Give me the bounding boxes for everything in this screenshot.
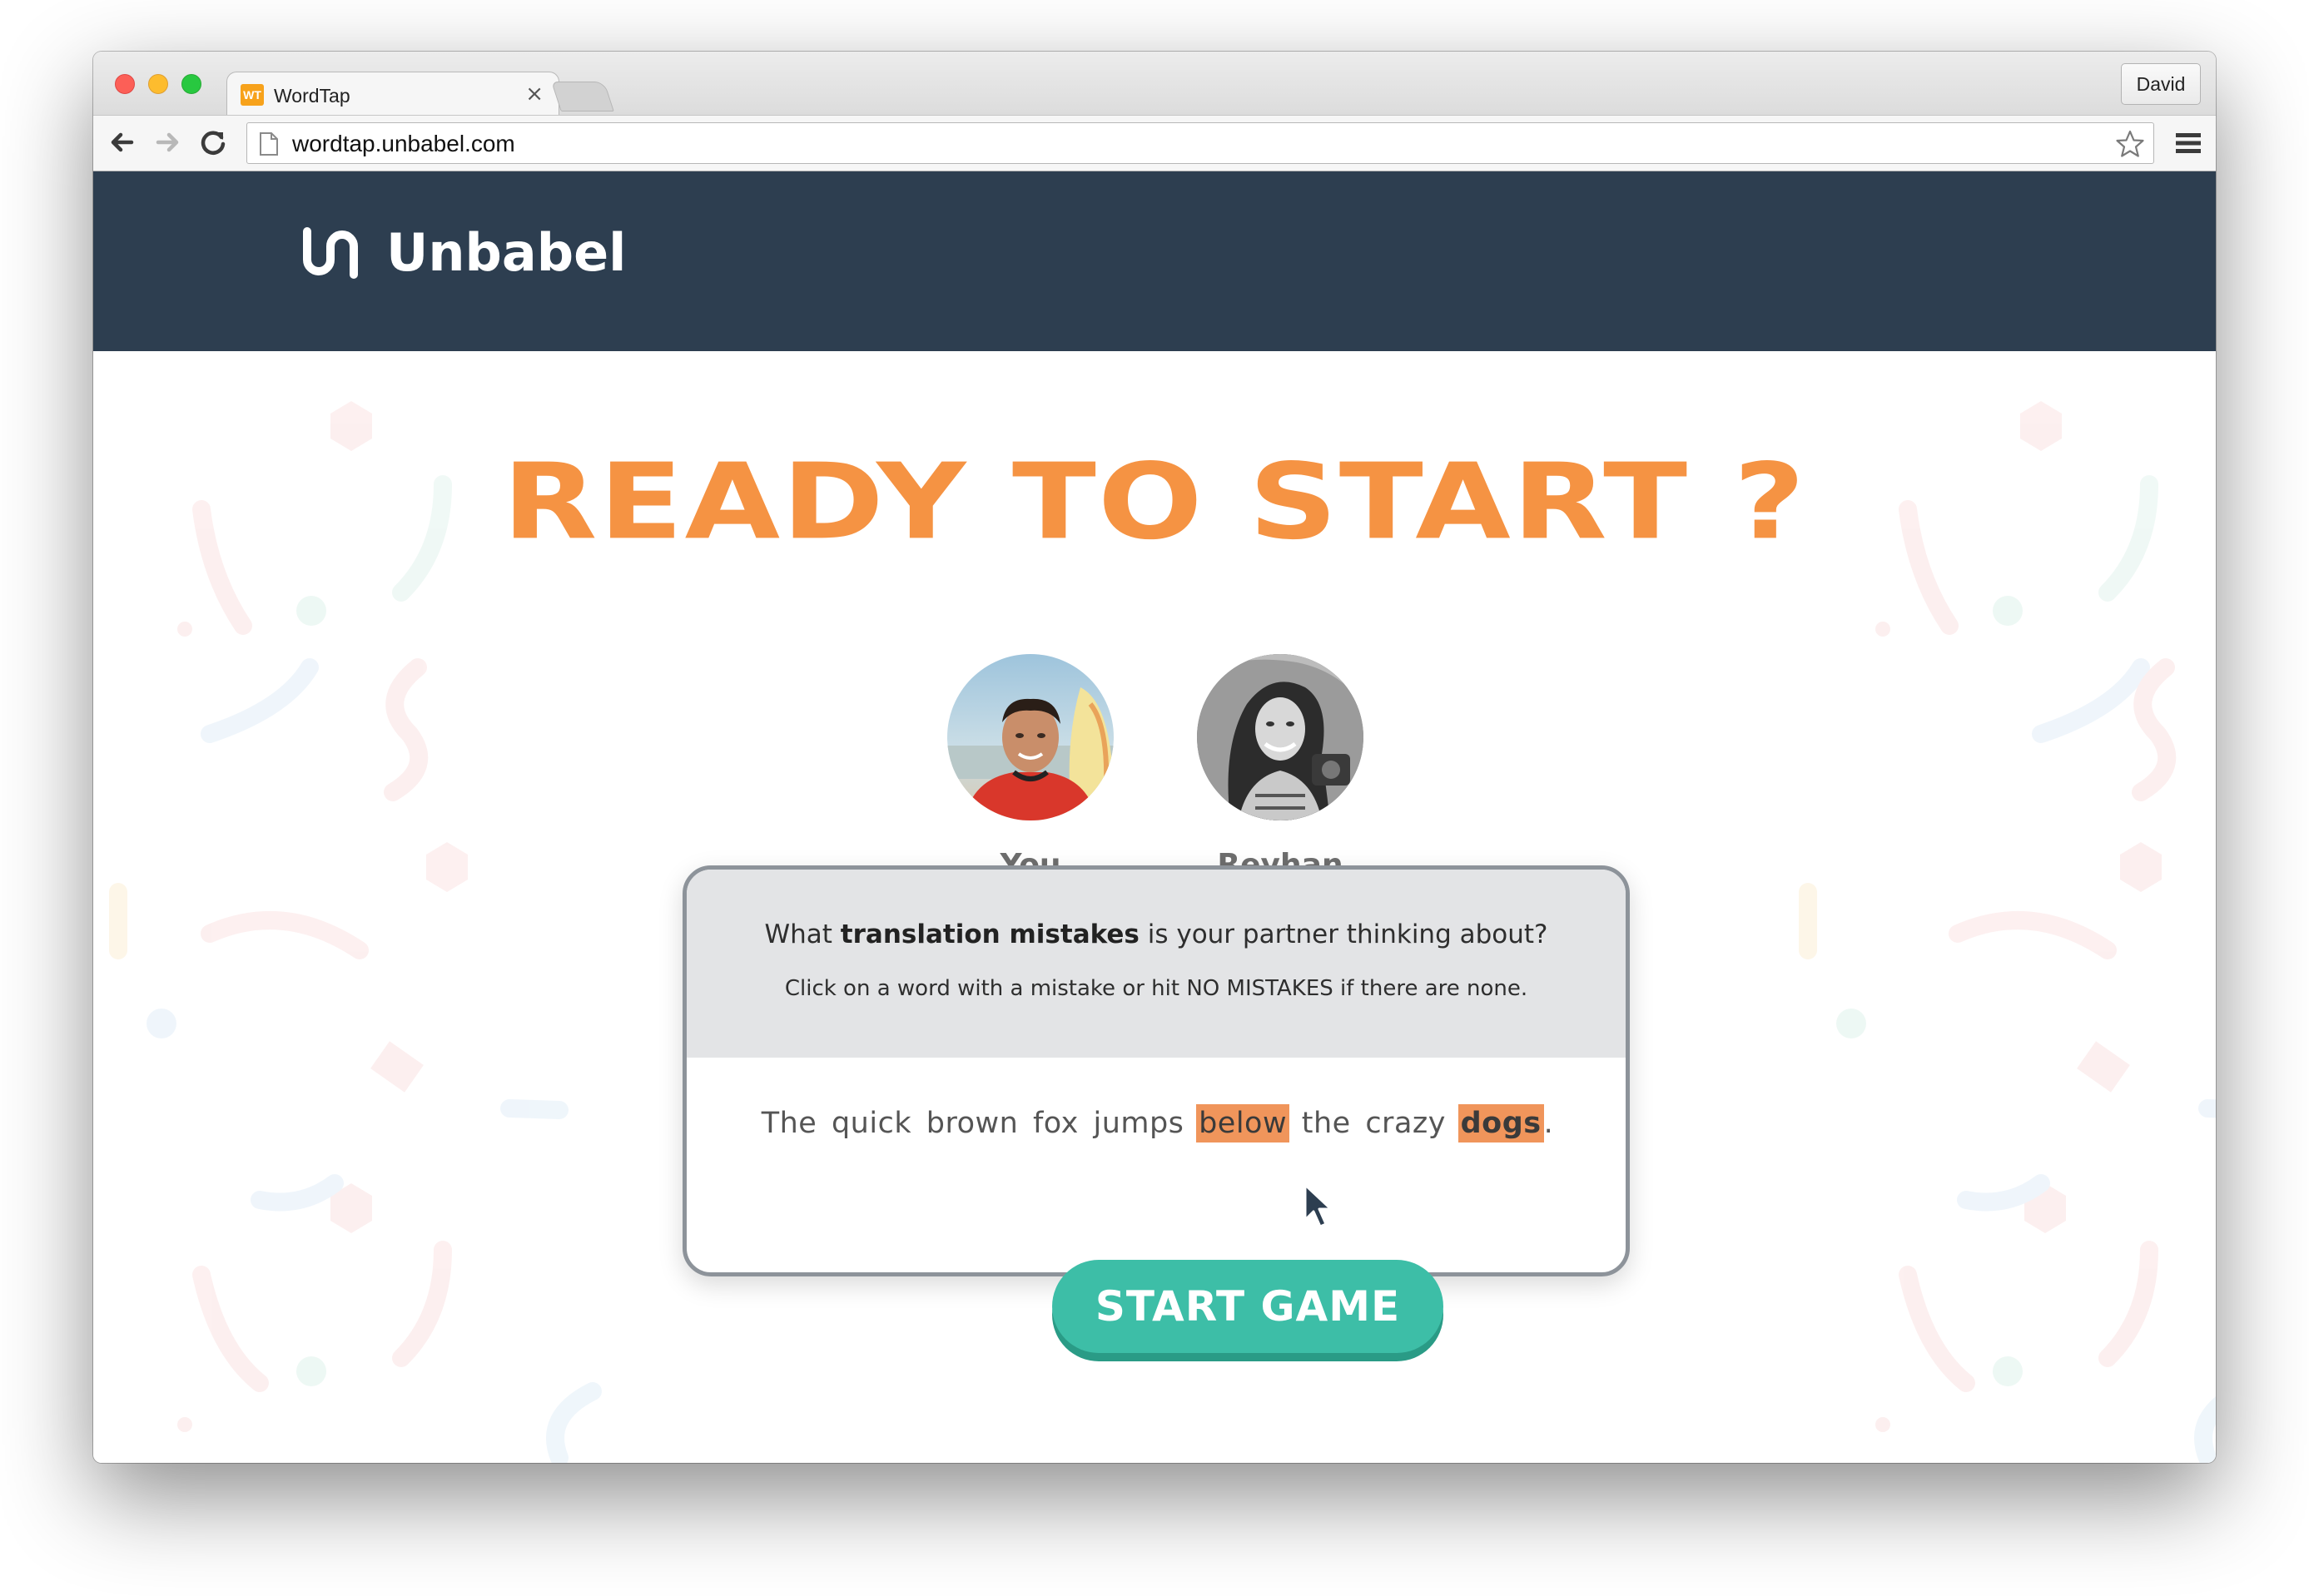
mouse-cursor-icon <box>1303 1183 1333 1228</box>
question-text: What translation mistakes is your partne… <box>687 918 1626 951</box>
question-emphasis: translation mistakes <box>840 919 1140 949</box>
sentence-period: . <box>1543 1107 1554 1140</box>
reload-button[interactable] <box>196 126 230 159</box>
new-tab-button[interactable] <box>551 82 614 112</box>
mistake-word[interactable]: dogs <box>1457 1104 1544 1142</box>
unbabel-logo-icon <box>303 227 358 279</box>
window-maximize-button[interactable] <box>181 74 201 94</box>
tab-title: WordTap <box>274 85 350 107</box>
reload-icon <box>201 131 226 155</box>
player-reyhan-photo <box>1197 654 1363 820</box>
sentence-word[interactable]: brown <box>924 1104 1021 1142</box>
sentence-word[interactable]: crazy <box>1363 1104 1448 1142</box>
card-header: What translation mistakes is your partne… <box>687 870 1626 1058</box>
site-header: Unbabel <box>93 171 2216 351</box>
sentence-word[interactable]: jumps <box>1090 1104 1186 1142</box>
browser-tab[interactable]: WT WordTap × <box>226 72 559 118</box>
player-you-avatar <box>947 654 1114 820</box>
start-game-button[interactable]: START GAME <box>1052 1260 1443 1353</box>
address-bar[interactable]: wordtap.unbabel.com <box>246 122 2154 164</box>
title-bar: WT WordTap × David <box>93 52 2216 118</box>
sentence-word[interactable]: fox <box>1030 1104 1081 1142</box>
question-post: is your partner thinking about? <box>1139 919 1548 949</box>
mistake-word[interactable]: below <box>1196 1104 1290 1142</box>
star-icon[interactable] <box>2115 129 2145 159</box>
instructions-card: What translation mistakes is your partne… <box>683 865 1630 1276</box>
back-button[interactable] <box>105 126 138 159</box>
back-arrow-icon <box>111 132 134 152</box>
forward-arrow-icon <box>156 132 179 152</box>
sentence-word[interactable]: the <box>1299 1104 1353 1142</box>
tab-close-icon[interactable]: × <box>525 82 544 106</box>
player-you-photo <box>947 654 1114 820</box>
player-reyhan-avatar <box>1197 654 1363 820</box>
window-close-button[interactable] <box>115 74 135 94</box>
profile-button[interactable]: David <box>2121 63 2201 105</box>
question-pre: What <box>764 919 841 949</box>
brand-logo-text[interactable]: Unbabel <box>386 220 626 286</box>
ready-to-start-title: READY TO START ? <box>502 440 1807 563</box>
browser-window: WT WordTap × David wordtap.unbabel.com U… <box>93 52 2216 1463</box>
sentence-word[interactable]: The <box>759 1104 820 1142</box>
example-sentence: The quick brown fox jumps below the craz… <box>687 1104 1626 1142</box>
url-text[interactable]: wordtap.unbabel.com <box>292 131 515 157</box>
sentence-word[interactable]: quick <box>829 1104 914 1142</box>
wordtap-favicon-icon: WT <box>241 84 264 106</box>
instruction-text: Click on a word with a mistake or hit NO… <box>784 976 1528 1001</box>
page-content: Unbabel READY TO START ? What translatio… <box>93 171 2216 1463</box>
forward-button[interactable] <box>151 126 185 159</box>
page-icon <box>260 132 278 156</box>
menu-icon[interactable] <box>2174 131 2202 156</box>
window-minimize-button[interactable] <box>148 74 168 94</box>
browser-toolbar: wordtap.unbabel.com <box>93 115 2216 171</box>
